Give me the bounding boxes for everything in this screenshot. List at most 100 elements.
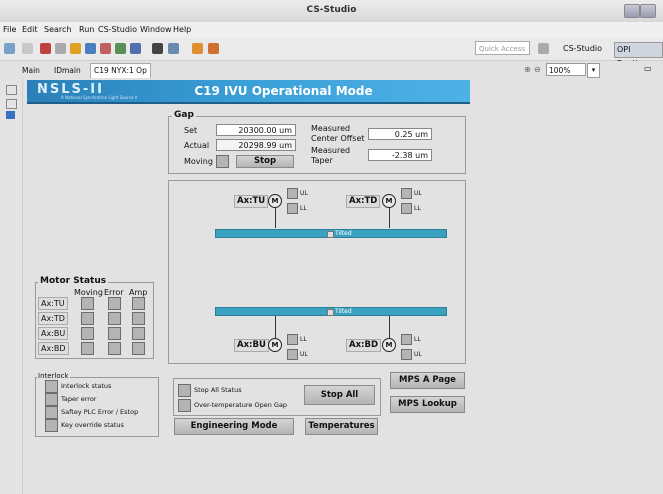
warning-icon[interactable]	[70, 43, 81, 54]
ms-bu-amp	[132, 327, 145, 340]
tilted-indicator	[327, 309, 334, 316]
zoom-in-icon[interactable]: ⊖	[534, 65, 541, 74]
actual-label: Actual	[184, 141, 210, 150]
taper-error-led	[45, 393, 58, 406]
ms-bu-moving	[81, 327, 94, 340]
bu-shaft	[275, 316, 276, 338]
stop-all-status-label: Stop All Status	[194, 386, 242, 394]
chart-icon[interactable]	[115, 43, 126, 54]
col-amp: Amp	[129, 288, 148, 297]
center-offset-field: 0.25 um	[368, 128, 432, 140]
tilted-indicator	[327, 231, 334, 238]
bd-ul-led	[401, 349, 412, 360]
tab-main[interactable]: Main	[22, 64, 40, 78]
bu-ll-label: LL	[300, 336, 307, 343]
menu-window[interactable]: Window	[140, 25, 172, 34]
overtemp-label: Over-temperature Open Gap	[194, 401, 288, 409]
axis-tu-label: Ax:TU	[234, 195, 269, 208]
menu-cs-studio[interactable]: CS-Studio	[98, 25, 137, 34]
axis-td-label: Ax:TD	[346, 195, 381, 208]
taper-field: -2.38 um	[368, 149, 432, 161]
banner: NSLS-II A National Synchrotron Light Sou…	[27, 80, 470, 104]
ms-row-td: Ax:TD	[38, 312, 68, 325]
safety-plc-led	[45, 406, 58, 419]
bd-shaft	[389, 316, 390, 338]
stop-all-button[interactable]: Stop All	[304, 385, 375, 405]
tool-icon[interactable]	[208, 43, 219, 54]
menu-file[interactable]: File	[3, 25, 16, 34]
mps-a-page-button[interactable]: MPS A Page	[390, 372, 465, 389]
tilted-label: Tilted	[335, 230, 352, 237]
temperatures-button[interactable]: Temperatures	[305, 418, 378, 435]
minimize-view-icon[interactable]: ▭	[644, 64, 652, 73]
tu-ul-label: UL	[300, 190, 308, 197]
minimize-button[interactable]	[624, 4, 640, 18]
menu-search[interactable]: Search	[44, 25, 71, 34]
perspective-opi-runtime[interactable]: OPI Runtime	[614, 42, 663, 68]
tu-ll-label: LL	[300, 205, 307, 212]
ms-bd-moving	[81, 342, 94, 355]
td-ul-led	[401, 188, 412, 199]
stop-all-status-led	[178, 384, 191, 397]
center-offset-label-2: Center Offset	[311, 134, 365, 143]
set-label: Set	[184, 126, 198, 135]
quick-access-input[interactable]: Quick Access	[475, 41, 530, 55]
engineering-mode-button[interactable]: Engineering Mode	[174, 418, 294, 435]
motor-status-label: Motor Status	[38, 276, 109, 286]
view-icon[interactable]	[6, 85, 17, 95]
gap-set-field[interactable]: 20300.00 um	[216, 124, 296, 136]
window-icon[interactable]	[168, 43, 179, 54]
maximize-button[interactable]	[640, 4, 656, 18]
menu-edit[interactable]: Edit	[22, 25, 38, 34]
open-perspective-icon[interactable]	[538, 43, 549, 54]
probe-icon[interactable]	[130, 43, 141, 54]
bu-ll-led	[287, 334, 298, 345]
zoom-out-icon[interactable]: ⊕	[524, 65, 531, 74]
interlock-label: Interlock	[37, 372, 70, 380]
mps-lookup-button[interactable]: MPS Lookup	[390, 396, 465, 413]
zoom-select[interactable]: 100%	[546, 63, 586, 76]
motor-tu-icon[interactable]: M	[268, 194, 282, 208]
center-offset-label-1: Measured	[311, 124, 351, 133]
left-toolstrip	[0, 79, 23, 494]
new-icon[interactable]	[4, 43, 15, 54]
pencil-icon[interactable]	[100, 43, 111, 54]
refresh-icon[interactable]	[55, 43, 66, 54]
ms-row-bd: Ax:BD	[38, 342, 69, 355]
tu-ul-led	[287, 188, 298, 199]
tilted-label: Tilted	[335, 308, 352, 315]
run-icon[interactable]	[192, 43, 203, 54]
save-icon[interactable]	[22, 43, 33, 54]
open-icon[interactable]	[85, 43, 96, 54]
axis-bd-label: Ax:BD	[346, 339, 381, 352]
view-icon[interactable]	[6, 99, 17, 109]
motor-td-icon[interactable]: M	[382, 194, 396, 208]
stop-button[interactable]: Stop	[236, 155, 294, 168]
bu-ul-label: UL	[300, 351, 308, 358]
stop-icon[interactable]	[40, 43, 51, 54]
col-error: Error	[104, 288, 124, 297]
page-title: C19 IVU Operational Mode	[194, 84, 373, 98]
td-ul-label: UL	[414, 190, 422, 197]
td-shaft	[389, 207, 390, 228]
view-icon[interactable]	[6, 111, 15, 119]
interlock-item: Taper error	[61, 395, 97, 403]
interlock-item: Saftey PLC Error / Estop	[61, 408, 139, 416]
chevron-down-icon[interactable]: ▾	[587, 63, 600, 78]
col-moving: Moving	[74, 288, 103, 297]
perspective-cs-studio[interactable]: CS-Studio	[563, 42, 602, 56]
ms-td-moving	[81, 312, 94, 325]
bd-ll-led	[401, 334, 412, 345]
motor-bd-icon[interactable]: M	[382, 338, 396, 352]
ms-row-tu: Ax:TU	[38, 297, 68, 310]
menu-help[interactable]: Help	[173, 25, 191, 34]
tab-c19-nyx-op[interactable]: C19 NYX:1 Op	[90, 63, 151, 78]
moving-label: Moving	[184, 157, 213, 166]
motor-bu-icon[interactable]: M	[268, 338, 282, 352]
top-jaw-bar: Tilted	[215, 229, 447, 238]
tab-idmain[interactable]: IDmain	[54, 64, 81, 78]
key-override-led	[45, 419, 58, 432]
menu-run[interactable]: Run	[79, 25, 94, 34]
display-icon[interactable]	[152, 43, 163, 54]
td-ll-led	[401, 203, 412, 214]
